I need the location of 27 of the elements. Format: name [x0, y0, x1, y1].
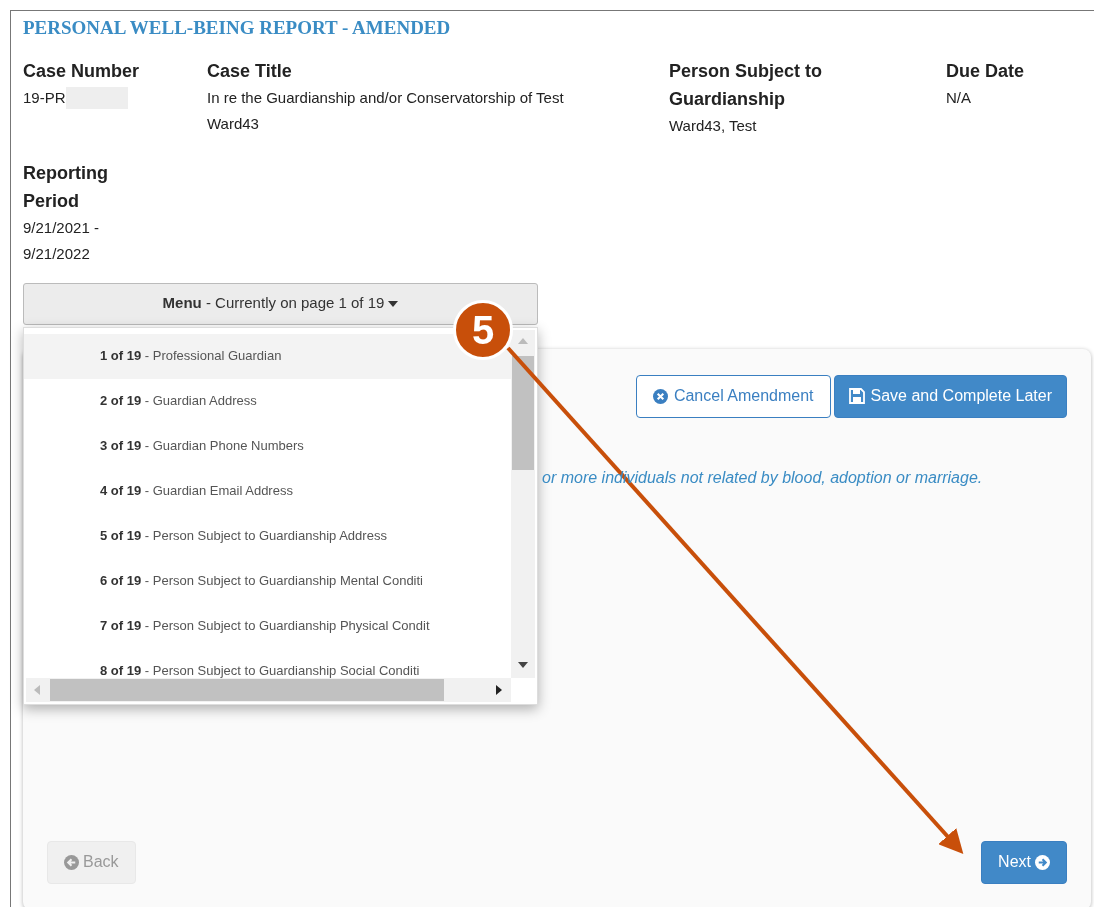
- caret-icon: [388, 300, 399, 307]
- field-label: Case Title: [207, 59, 293, 83]
- field-label: Reporting Period: [23, 161, 109, 213]
- field-value: N/A: [946, 87, 972, 108]
- report-title: PERSONAL WELL-BEING REPORT - AMENDED: [23, 16, 451, 40]
- scroll-left-icon[interactable]: [34, 684, 40, 695]
- field-label: Due Date: [946, 59, 1026, 83]
- scroll-right-icon[interactable]: [496, 684, 502, 695]
- back-arrow-icon: [64, 854, 79, 870]
- close-icon: [652, 388, 668, 404]
- save-later-button[interactable]: Save and Complete Later: [833, 374, 1067, 418]
- scroll-down-icon[interactable]: [518, 661, 528, 668]
- vertical-scrollbar[interactable]: [511, 329, 535, 678]
- field-value: 19-PR: [23, 87, 67, 108]
- horizontal-scrollbar[interactable]: [26, 677, 511, 702]
- field-label: Person Subject to Guardianship: [669, 59, 824, 111]
- field-value: In re the Guardianship and/or Conservatorship of Test Ward43: [207, 87, 565, 134]
- scrollbar-thumb[interactable]: [50, 678, 444, 701]
- field-value: 9/21/2021 - 9/21/2022: [23, 217, 100, 264]
- scroll-up-icon[interactable]: [518, 337, 528, 344]
- scrollbar-thumb[interactable]: [512, 355, 534, 470]
- field-value: Ward43, Test: [669, 115, 758, 136]
- next-arrow-icon: [1035, 854, 1050, 870]
- field-label: Case Number: [23, 59, 141, 83]
- next-button[interactable]: Next: [981, 840, 1067, 884]
- cancel-amendment-button[interactable]: Cancel Amendment: [635, 374, 831, 418]
- save-icon: [848, 388, 865, 404]
